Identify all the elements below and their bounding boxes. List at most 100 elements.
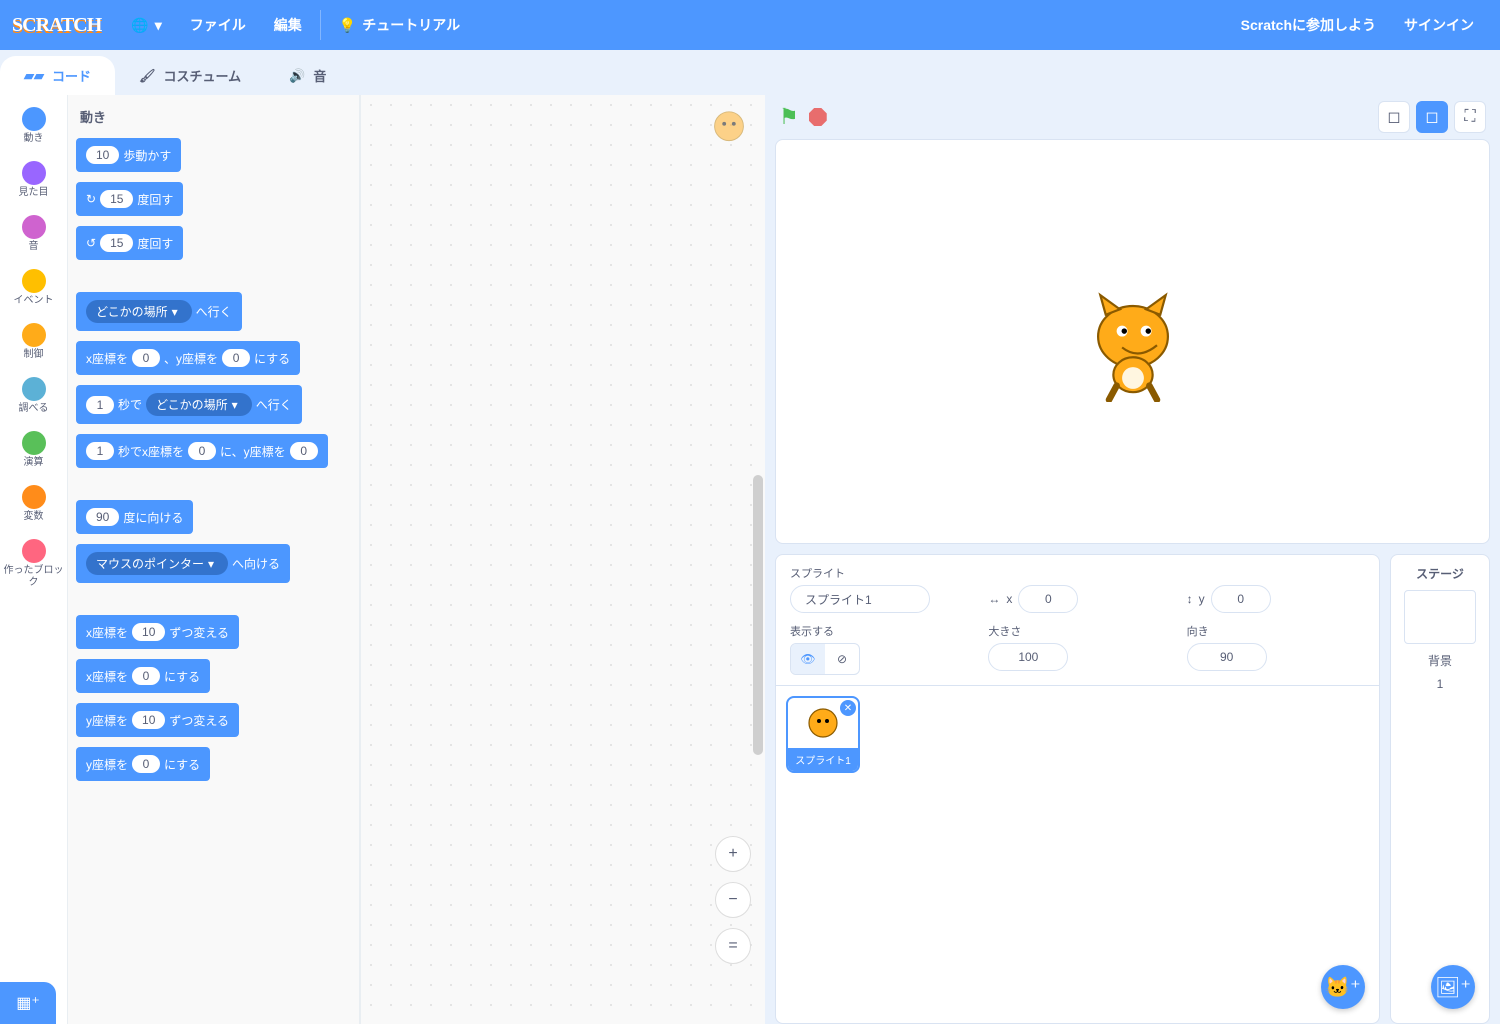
divider — [320, 10, 321, 40]
block-input[interactable]: 15 — [100, 234, 133, 252]
add-backdrop-button[interactable]: 🖼⁺ — [1431, 965, 1475, 1009]
category-見た目[interactable]: 見た目 — [0, 153, 67, 207]
block-label: y座標を — [86, 756, 128, 773]
stage-large-button[interactable]: ◻ — [1416, 101, 1448, 133]
hide-sprite-button[interactable]: ⊘ — [825, 644, 859, 674]
block-set-y[interactable]: y座標を0にする — [76, 747, 210, 781]
block-label: x座標を — [86, 624, 128, 641]
category-動き[interactable]: 動き — [0, 99, 67, 153]
block-input[interactable]: 0 — [132, 755, 160, 773]
block-dropdown[interactable]: マウスのポインター▾ — [86, 552, 228, 575]
language-menu[interactable]: 🌐▾ — [117, 0, 175, 50]
block-input[interactable]: 10 — [86, 146, 119, 164]
category-制御[interactable]: 制御 — [0, 315, 67, 369]
zoom-out-button[interactable]: − — [715, 882, 751, 918]
category-label: 調べる — [19, 403, 49, 415]
block-label: x座標を — [86, 668, 128, 685]
stage[interactable] — [775, 139, 1490, 544]
block-input[interactable]: 0 — [132, 667, 160, 685]
tutorials-label: チュートリアル — [362, 15, 460, 35]
block-change-x[interactable]: x座標を10ずつ変える — [76, 615, 239, 649]
size-label: 大きさ — [988, 623, 1166, 639]
category-演算[interactable]: 演算 — [0, 423, 67, 477]
block-move-steps[interactable]: 10歩動かす — [76, 138, 181, 172]
zoom-reset-button[interactable]: = — [715, 928, 751, 964]
green-flag-button[interactable]: ⚑ — [779, 104, 799, 130]
block-input[interactable]: 15 — [100, 190, 133, 208]
stage-label: ステージ — [1416, 565, 1464, 582]
category-調べる[interactable]: 調べる — [0, 369, 67, 423]
block-label: 、y座標を — [164, 350, 218, 367]
sprite-size-input[interactable] — [988, 643, 1068, 671]
sprite-tile[interactable]: ✕ スプライト1 — [786, 696, 860, 773]
category-変数[interactable]: 変数 — [0, 477, 67, 531]
block-input[interactable]: 90 — [86, 508, 119, 526]
fullscreen-button[interactable]: ⛶ — [1454, 101, 1486, 133]
block-dropdown[interactable]: どこかの場所▾ — [146, 393, 252, 416]
block-glide-xy[interactable]: 1秒でx座標を0に、y座標を0 — [76, 434, 328, 468]
category-dot-icon — [22, 431, 46, 455]
stage-selector[interactable]: ステージ 背景 1 🖼⁺ — [1390, 554, 1490, 1024]
category-label: イベント — [14, 295, 54, 307]
block-change-y[interactable]: y座標を10ずつ変える — [76, 703, 239, 737]
block-label: ずつ変える — [169, 624, 229, 641]
block-label: 歩動かす — [123, 147, 171, 164]
sprite-direction-input[interactable] — [1187, 643, 1267, 671]
category-音[interactable]: 音 — [0, 207, 67, 261]
stop-button[interactable] — [809, 108, 827, 126]
block-input[interactable]: 0 — [188, 442, 216, 460]
block-input[interactable]: 0 — [290, 442, 318, 460]
category-作ったブロック[interactable]: 作ったブロック — [0, 531, 67, 597]
rotate-cw-icon: ↻ — [86, 192, 96, 206]
block-goto-menu[interactable]: どこかの場所▾へ行く — [76, 292, 242, 331]
block-input[interactable]: 1 — [86, 396, 114, 414]
scratch-cat-sprite[interactable] — [1078, 282, 1188, 402]
lightbulb-icon: 💡 — [339, 17, 356, 34]
y-axis-icon: ↕ — [1187, 592, 1193, 606]
zoom-in-button[interactable]: + — [715, 836, 751, 872]
sprite-name-input[interactable] — [790, 585, 930, 613]
tab-sounds[interactable]: 🔊音 — [265, 56, 350, 95]
file-menu[interactable]: ファイル — [176, 0, 260, 50]
block-label: にする — [164, 668, 200, 685]
block-dropdown[interactable]: どこかの場所▾ — [86, 300, 192, 323]
join-button[interactable]: Scratchに参加しよう — [1227, 0, 1390, 50]
add-sprite-button[interactable]: 🐱⁺ — [1321, 965, 1365, 1009]
stage-thumbnail[interactable] — [1404, 590, 1476, 644]
tab-costumes[interactable]: 🖌コスチューム — [115, 56, 265, 95]
category-label: 変数 — [24, 511, 44, 523]
block-point-direction[interactable]: 90度に向ける — [76, 500, 193, 534]
block-turn-ccw[interactable]: ↺15度回す — [76, 226, 183, 260]
scratch-logo[interactable]: SCRATCH — [12, 14, 101, 37]
delete-sprite-button[interactable]: ✕ — [840, 700, 856, 716]
sprite-name-label: スプライト — [790, 565, 968, 581]
category-dot-icon — [22, 323, 46, 347]
tutorials-button[interactable]: 💡 チュートリアル — [325, 0, 474, 50]
extension-button[interactable]: ▦⁺ — [0, 982, 56, 1024]
tab-code[interactable]: ▰▰コード — [0, 56, 115, 95]
sprite-x-input[interactable] — [1018, 585, 1078, 613]
block-goto-xy[interactable]: x座標を0、y座標を0にする — [76, 341, 300, 375]
block-set-x[interactable]: x座標を0にする — [76, 659, 210, 693]
sprite-y-input[interactable] — [1211, 585, 1271, 613]
block-palette[interactable]: 動き 10歩動かす ↻15度回す ↺15度回す どこかの場所▾へ行く x座標を0… — [68, 95, 360, 1024]
block-input[interactable]: 0 — [222, 349, 250, 367]
scrollbar[interactable] — [753, 475, 763, 755]
block-glide-menu[interactable]: 1秒でどこかの場所▾へ行く — [76, 385, 302, 424]
block-input[interactable]: 10 — [132, 623, 165, 641]
block-label: へ行く — [256, 396, 292, 413]
block-point-towards[interactable]: マウスのポインター▾へ向ける — [76, 544, 290, 583]
show-sprite-button[interactable]: 👁 — [791, 644, 825, 674]
category-イベント[interactable]: イベント — [0, 261, 67, 315]
block-input[interactable]: 0 — [132, 349, 160, 367]
block-input[interactable]: 1 — [86, 442, 114, 460]
stage-small-button[interactable]: ◻ — [1378, 101, 1410, 133]
palette-header: 動き — [76, 107, 347, 126]
edit-menu[interactable]: 編集 — [260, 0, 316, 50]
workspace[interactable]: + − = — [360, 95, 765, 1024]
block-label: にする — [164, 756, 200, 773]
block-turn-cw[interactable]: ↻15度回す — [76, 182, 183, 216]
block-input[interactable]: 10 — [132, 711, 165, 729]
signin-button[interactable]: サインイン — [1390, 0, 1488, 50]
brush-icon: 🖌 — [139, 68, 156, 84]
